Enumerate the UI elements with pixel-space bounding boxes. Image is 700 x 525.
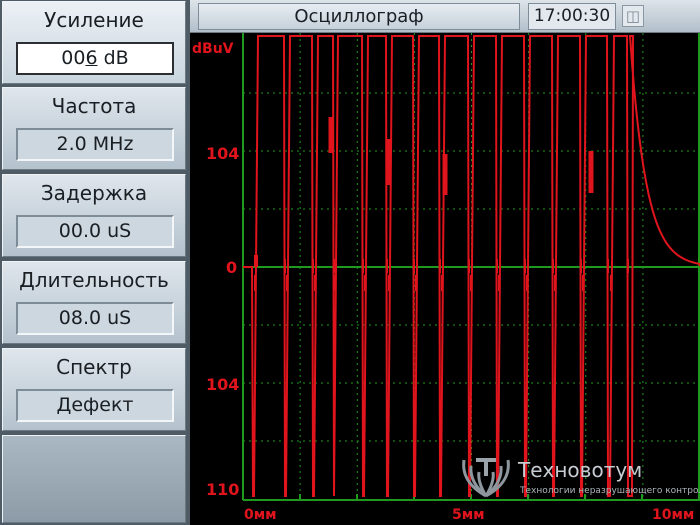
gain-label: Усиление — [44, 8, 144, 32]
battery-icon: ◫ — [622, 5, 644, 27]
mode-title: Осциллограф — [198, 3, 520, 30]
spectrum-value-field[interactable]: Дефект — [16, 389, 174, 422]
settings-menu: Усиление 006 dB Частота 2.0 MHz Задержка… — [0, 0, 190, 525]
delay-menu-item[interactable]: Задержка 00.0 uS — [2, 174, 186, 257]
delay-label: Задержка — [40, 181, 148, 205]
gain-value-prefix: 00 — [61, 47, 86, 69]
gain-edit-cursor: 6 — [85, 47, 98, 69]
spectrum-menu-item[interactable]: Спектр Дефект — [2, 348, 186, 431]
x-tick-label: 10мм — [652, 507, 694, 523]
y-tick-label: 110 — [206, 480, 239, 499]
frequency-value-field[interactable]: 2.0 MHz — [16, 128, 174, 161]
clock: 17:00:30 — [528, 3, 616, 30]
top-bar: Осциллограф 17:00:30 ◫ — [190, 0, 700, 33]
logo-emblem-icon — [462, 458, 510, 498]
y-unit-label: dBuV — [192, 41, 234, 57]
frequency-menu-item[interactable]: Частота 2.0 MHz — [2, 87, 186, 170]
y-tick-label: 0 — [226, 258, 237, 277]
delay-value-field[interactable]: 00.0 uS — [16, 215, 174, 248]
duration-value-field[interactable]: 08.0 uS — [16, 302, 174, 335]
company-logo: Техновотум Технологии неразрушающего кон… — [458, 452, 700, 502]
y-tick-label: 104 — [206, 144, 239, 163]
logo-name: Техновотум — [518, 458, 643, 482]
empty-menu-slot — [2, 435, 186, 523]
frequency-label: Частота — [51, 94, 137, 118]
gain-value-suffix: dB — [97, 47, 129, 69]
y-tick-label: 104 — [206, 375, 239, 394]
gain-value-field[interactable]: 006 dB — [16, 42, 174, 75]
duration-menu-item[interactable]: Длительность 08.0 uS — [2, 261, 186, 344]
x-tick-label: 5мм — [452, 507, 485, 523]
x-tick-label: 0мм — [244, 507, 277, 523]
logo-subtitle: Технологии неразрушающего контроля — [520, 486, 700, 496]
gain-menu-item[interactable]: Усиление 006 dB — [2, 1, 186, 84]
spectrum-label: Спектр — [56, 355, 132, 379]
duration-label: Длительность — [19, 268, 169, 292]
